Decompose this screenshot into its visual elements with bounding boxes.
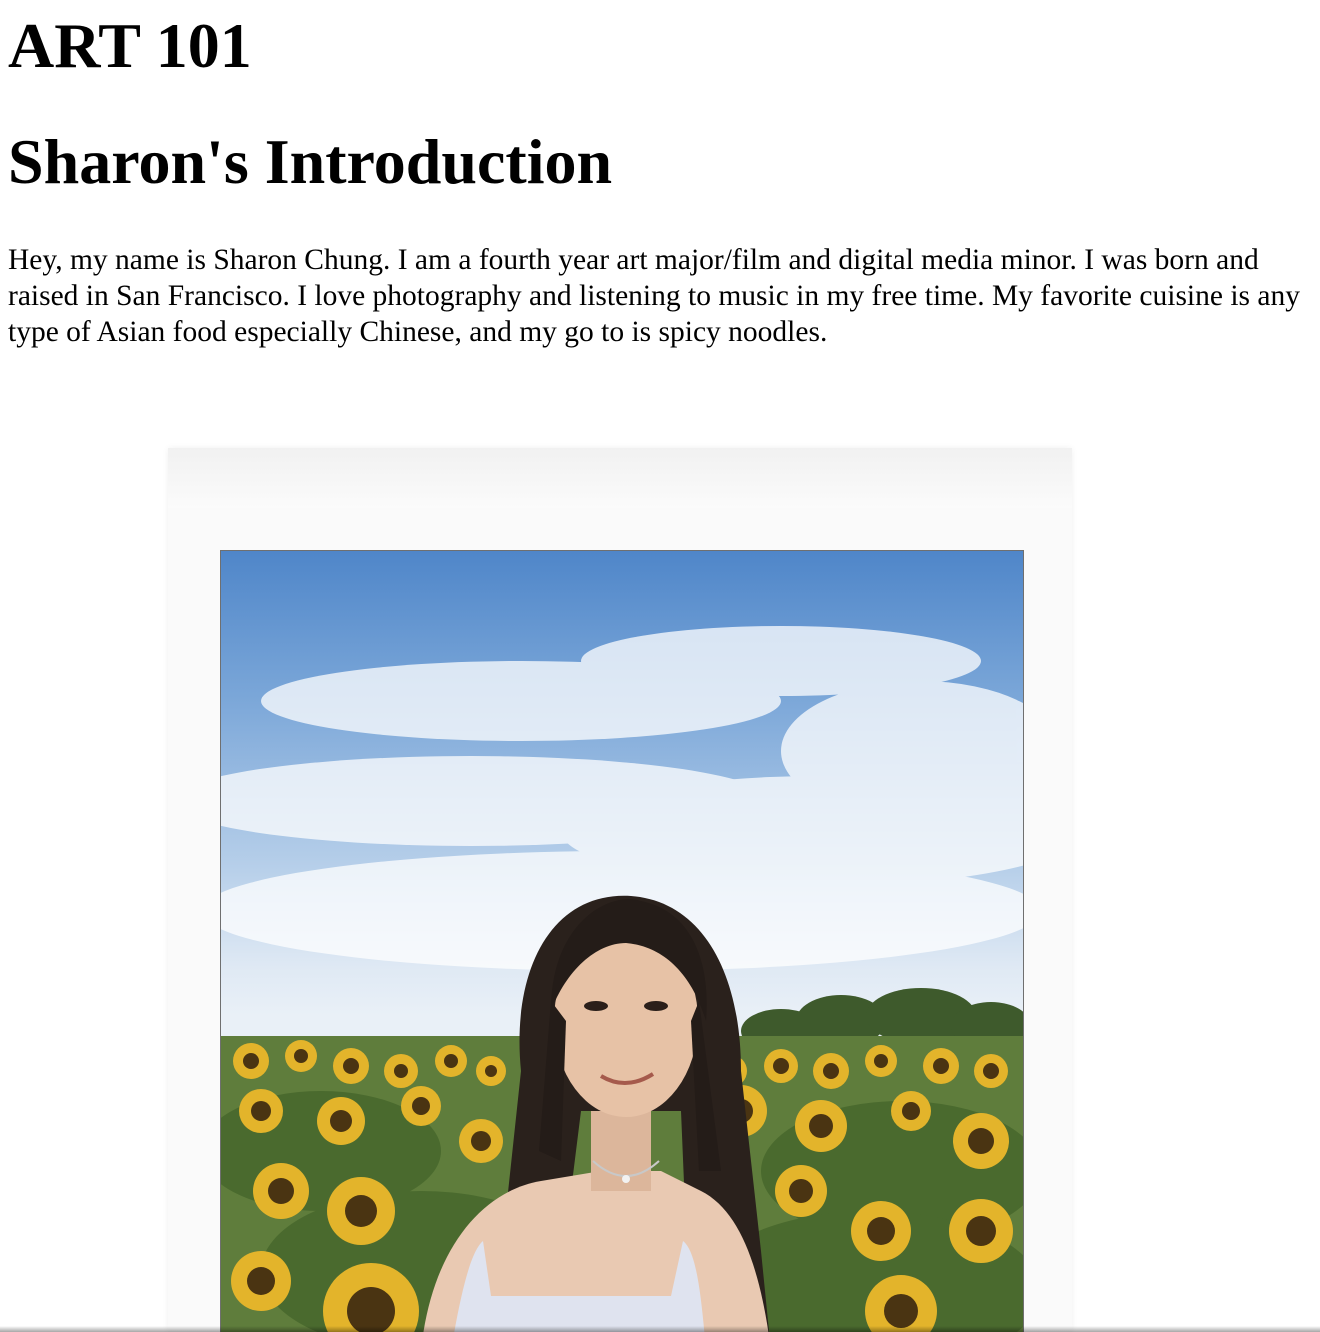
instant-photo-frame (168, 448, 1072, 1332)
intro-paragraph: Hey, my name is Sharon Chung. I am a fou… (8, 244, 1300, 348)
viewport-bottom-shadow (0, 1326, 1320, 1332)
portrait-photo-illustration (221, 626, 1023, 1332)
page-title: Sharon's Introduction (8, 126, 613, 197)
portrait-photo (220, 550, 1024, 1332)
site-title: ART 101 (8, 10, 252, 81)
frame-edge (168, 448, 1072, 508)
